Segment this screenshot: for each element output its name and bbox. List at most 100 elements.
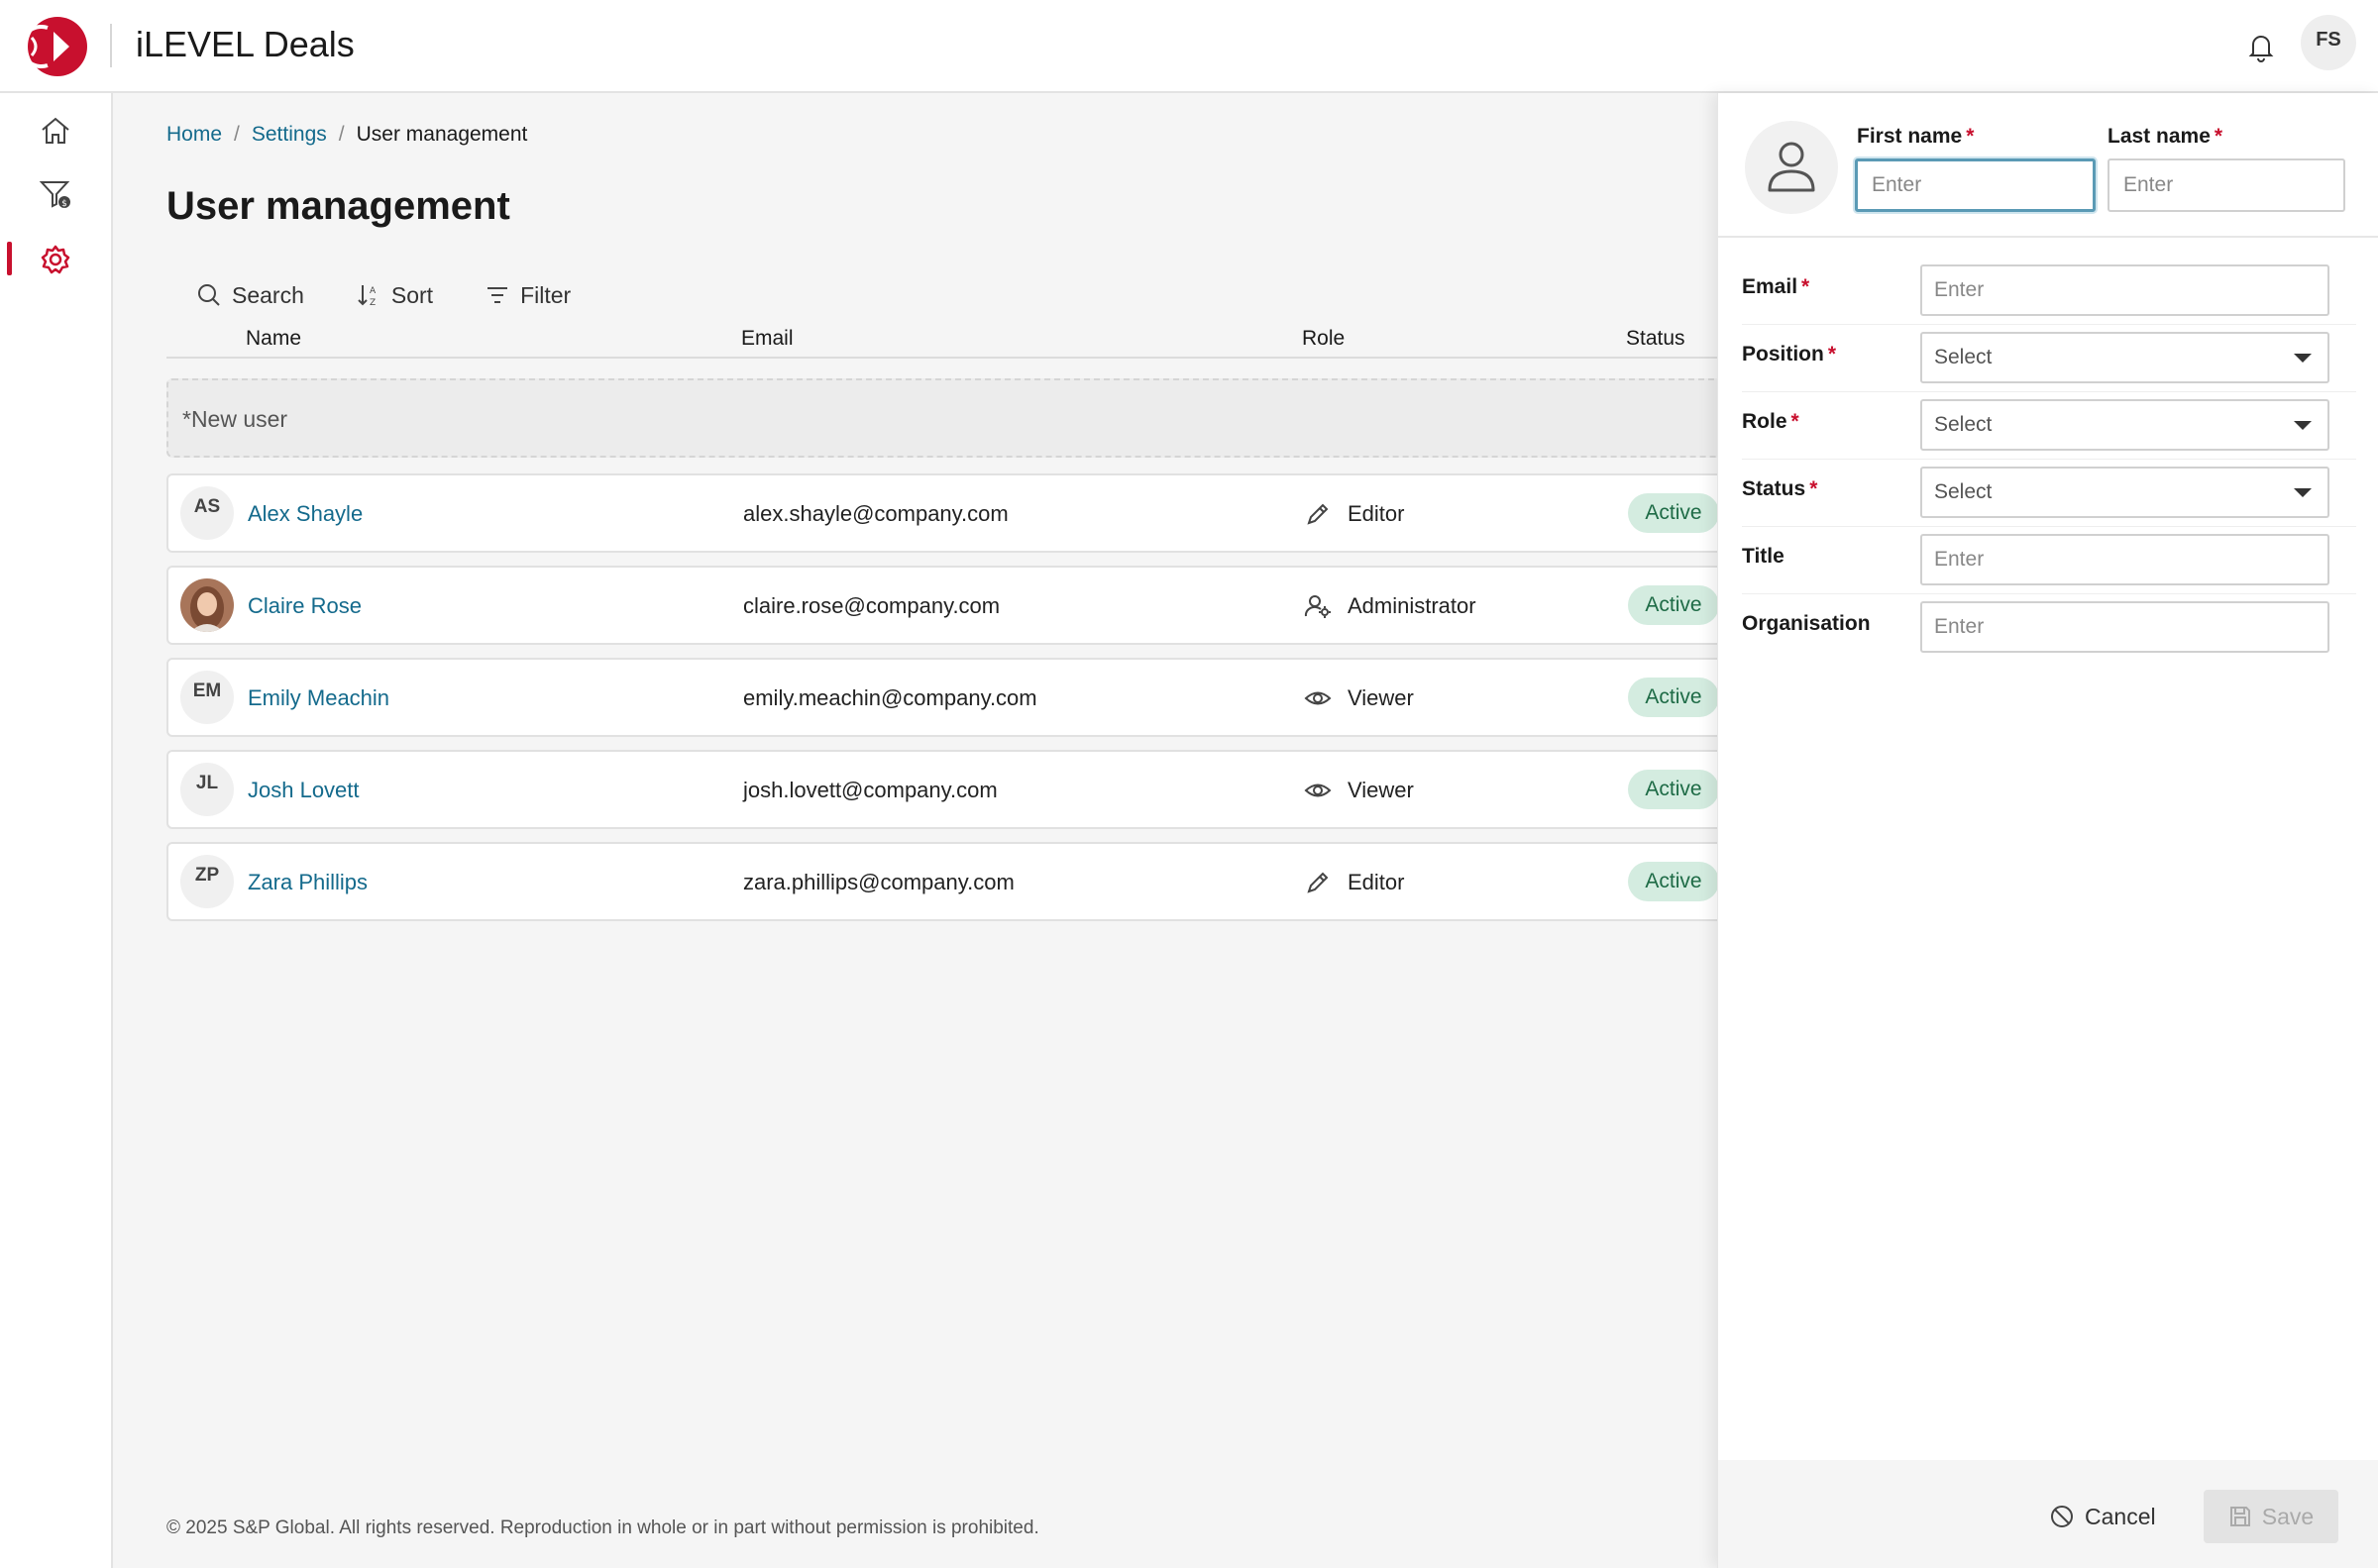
search-label: Search (232, 281, 304, 308)
svg-text:A: A (370, 286, 377, 296)
cancel-button[interactable]: Cancel (2043, 1494, 2162, 1539)
app-title: iLEVEL Deals (136, 24, 355, 64)
table-row[interactable]: Claire Rose claire.rose@company.com Admi… (166, 566, 1736, 645)
table-row[interactable]: EM Emily Meachin emily.meachin@company.c… (166, 658, 1736, 737)
caret-down-icon (2294, 488, 2312, 497)
sort-button[interactable]: AZ Sort (356, 275, 433, 315)
user-email: zara.phillips@company.com (743, 870, 1015, 894)
last-name-label: Last name * (2108, 125, 2222, 149)
user-name-link[interactable]: Zara Phillips (248, 870, 368, 895)
user-initials-avatar: EM (180, 671, 234, 724)
filter-button[interactable]: Filter (485, 275, 571, 315)
search-button[interactable]: Search (196, 275, 304, 315)
required-marker: * (1790, 410, 1799, 433)
email-field[interactable] (1920, 264, 2329, 316)
user-name-link[interactable]: Emily Meachin (248, 685, 389, 711)
organisation-label: Organisation (1742, 612, 1871, 635)
user-photo-avatar (180, 578, 234, 632)
form-row-email: Email * (1742, 258, 2356, 325)
home-icon[interactable] (38, 113, 73, 149)
filter-label: Filter (520, 281, 572, 308)
filter-icon (487, 287, 508, 303)
table-row[interactable]: JL Josh Lovett josh.lovett@company.com V… (166, 750, 1736, 829)
title-field[interactable] (1920, 534, 2329, 585)
pencil-icon (1307, 503, 1329, 525)
table-row[interactable]: ZP Zara Phillips zara.phillips@company.c… (166, 842, 1736, 921)
user-name-link[interactable]: Josh Lovett (248, 778, 360, 803)
ilevel-logo[interactable] (26, 16, 89, 77)
last-name-label-text: Last name (2108, 125, 2211, 148)
sort-label: Sort (390, 281, 434, 308)
svg-text:Z: Z (370, 298, 376, 308)
position-label-text: Position (1742, 343, 1824, 366)
position-select-value: Select (1934, 346, 1993, 368)
breadcrumb: Home / Settings / User management (166, 123, 527, 147)
user-email: josh.lovett@company.com (743, 778, 998, 802)
copyright-footer: © 2025 S&P Global. All rights reserved. … (166, 1517, 1039, 1538)
breadcrumb-home[interactable]: Home (166, 123, 222, 146)
first-name-label-text: First name (1857, 125, 1963, 148)
caret-down-icon (2294, 354, 2312, 363)
cancel-label: Cancel (2085, 1503, 2156, 1529)
position-label: Position * (1742, 343, 1836, 366)
user-details-form: Email* Position* Select Role* Select Sta… (1742, 258, 2356, 662)
user-role: Viewer (1348, 778, 1414, 802)
status-badge: Active (1628, 770, 1719, 809)
user-table-body: AS Alex Shayle alex.shayle@company.com E… (166, 473, 1736, 934)
table-row[interactable]: AS Alex Shayle alex.shayle@company.com E… (166, 473, 1736, 553)
user-role: Administrator (1348, 593, 1476, 618)
caret-down-icon (2294, 421, 2312, 430)
filter-dollar-icon[interactable]: $ (38, 176, 73, 212)
column-header-name[interactable]: Name (246, 327, 301, 351)
first-name-input[interactable] (1855, 158, 2096, 212)
gear-icon[interactable] (38, 242, 73, 277)
form-row-role: Role * Select (1742, 392, 2356, 460)
role-select-value: Select (1934, 413, 1993, 436)
save-label: Save (2261, 1503, 2315, 1529)
last-name-input[interactable] (2108, 158, 2345, 212)
column-header-role[interactable]: Role (1302, 327, 1345, 351)
status-badge: Active (1628, 493, 1719, 533)
user-name-link[interactable]: Claire Rose (248, 593, 362, 619)
bell-icon[interactable] (2245, 30, 2277, 63)
column-header-status[interactable]: Status (1626, 327, 1685, 351)
page-title: User management (166, 184, 510, 228)
new-user-panel: First name* Last name* Email* Position* … (1717, 93, 2378, 1568)
panel-footer: Cancel Save (1718, 1460, 2378, 1568)
user-gear-icon (1304, 595, 1331, 618)
email-label: Email * (1742, 275, 1809, 299)
eye-icon (1304, 784, 1332, 797)
status-select[interactable]: Select (1920, 467, 2329, 518)
user-avatar[interactable]: FS (2301, 15, 2356, 70)
status-label: Status * (1742, 477, 1817, 501)
avatar-upload[interactable] (1745, 121, 1838, 214)
user-initials-avatar: JL (180, 763, 234, 816)
save-button[interactable]: Save (2204, 1490, 2338, 1543)
pencil-icon (1307, 872, 1329, 893)
user-email: alex.shayle@company.com (743, 501, 1009, 526)
new-user-row[interactable]: *New user (166, 378, 1736, 458)
position-select[interactable]: Select (1920, 332, 2329, 383)
status-badge: Active (1628, 678, 1719, 717)
user-name-link[interactable]: Alex Shayle (248, 501, 363, 527)
breadcrumb-separator: / (234, 123, 240, 146)
user-initials-avatar: AS (180, 486, 234, 540)
form-row-status: Status * Select (1742, 460, 2356, 527)
first-name-label: First name * (1857, 125, 1974, 149)
user-role: Editor (1348, 501, 1405, 526)
table-header: Name Email Role Status (166, 327, 1736, 359)
status-select-value: Select (1934, 480, 1993, 503)
sort-icon: AZ (358, 285, 377, 308)
panel-divider (1718, 236, 2378, 238)
form-row-organisation: Organisation (1742, 594, 2356, 662)
top-header: iLEVEL Deals FS (0, 0, 2378, 93)
required-marker: * (1809, 477, 1818, 500)
email-label-text: Email (1742, 275, 1798, 298)
search-icon (198, 284, 220, 306)
breadcrumb-current: User management (356, 123, 528, 146)
column-header-email[interactable]: Email (741, 327, 794, 351)
organisation-field[interactable] (1920, 601, 2329, 653)
role-select[interactable]: Select (1920, 399, 2329, 451)
title-label: Title (1742, 545, 1784, 568)
breadcrumb-settings[interactable]: Settings (252, 123, 327, 146)
